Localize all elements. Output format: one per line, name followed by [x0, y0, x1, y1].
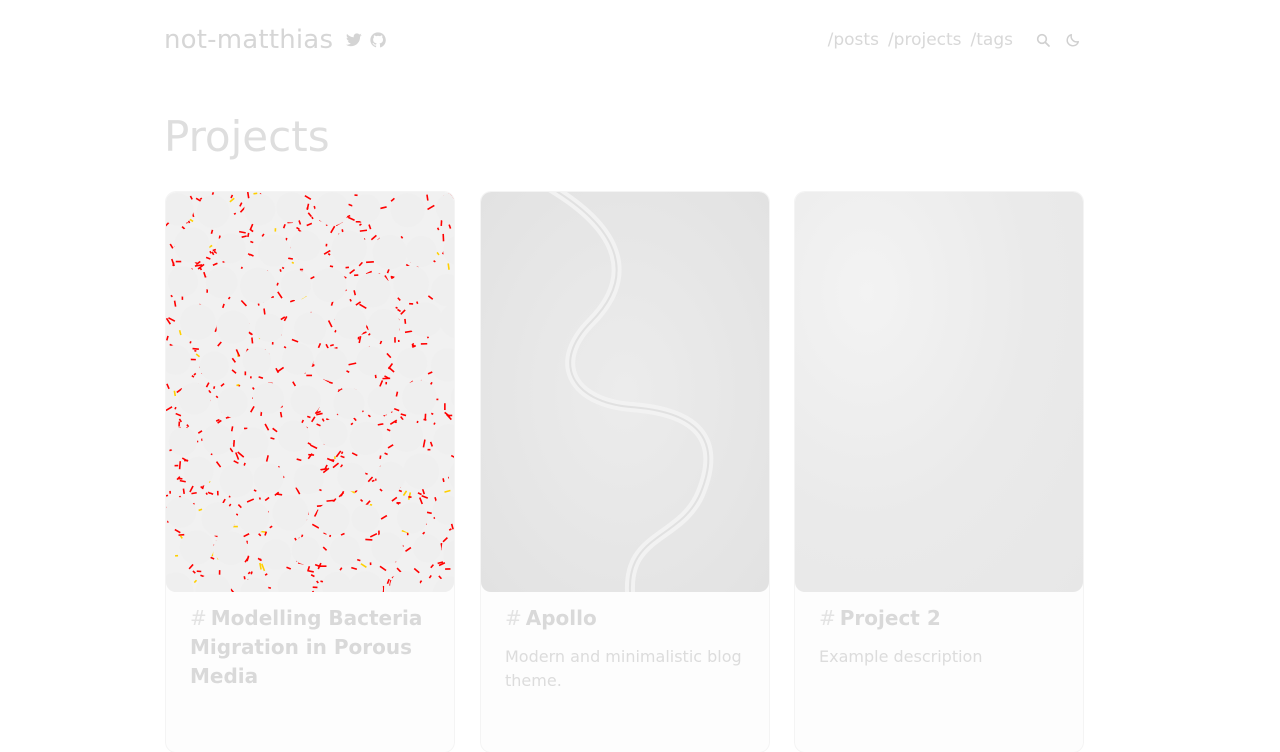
nav-tools — [1034, 31, 1082, 49]
project-card-apollo[interactable]: #Apollo Modern and minimalistic blog the… — [481, 192, 769, 752]
hash-marker: # — [819, 606, 836, 630]
project-title-text: Modelling Bacteria Migration in Porous M… — [190, 606, 422, 688]
soft-gradient-image — [795, 192, 1083, 592]
social-links — [345, 31, 387, 49]
site-header: not-matthias /posts /projects /tags — [164, 20, 1082, 60]
nav-link-posts[interactable]: /posts — [828, 30, 879, 50]
moon-icon[interactable] — [1064, 31, 1082, 49]
card-body: #Project 2 Example description — [795, 592, 1083, 669]
card-body: #Modelling Bacteria Migration in Porous … — [166, 592, 454, 691]
project-title-text: Project 2 — [840, 606, 941, 630]
project-title[interactable]: #Project 2 — [819, 604, 1059, 633]
card-body: #Apollo Modern and minimalistic blog the… — [481, 592, 769, 693]
nav-link-projects[interactable]: /projects — [888, 30, 962, 50]
project-title-text: Apollo — [526, 606, 597, 630]
project-card-project-2[interactable]: #Project 2 Example description — [795, 192, 1083, 752]
twitter-icon[interactable] — [345, 31, 363, 49]
hash-marker: # — [505, 606, 522, 630]
forest-road-aerial-image — [481, 192, 769, 592]
project-card-bacteria[interactable]: #Modelling Bacteria Migration in Porous … — [166, 192, 454, 752]
page-title: Projects — [164, 112, 330, 161]
bacteria-simulation-image — [166, 192, 454, 592]
hash-marker: # — [190, 606, 207, 630]
nav-link-tags[interactable]: /tags — [971, 30, 1013, 50]
project-description: Example description — [819, 645, 1059, 669]
project-title[interactable]: #Apollo — [505, 604, 745, 633]
main-nav: /posts /projects /tags — [828, 30, 1082, 50]
github-icon[interactable] — [369, 31, 387, 49]
site-logo-link[interactable]: not-matthias — [164, 25, 333, 55]
project-description: Modern and minimalistic blog theme. — [505, 645, 745, 693]
brand: not-matthias — [164, 25, 387, 55]
project-grid: #Modelling Bacteria Migration in Porous … — [164, 192, 1082, 720]
project-title[interactable]: #Modelling Bacteria Migration in Porous … — [190, 604, 430, 691]
search-icon[interactable] — [1034, 31, 1052, 49]
